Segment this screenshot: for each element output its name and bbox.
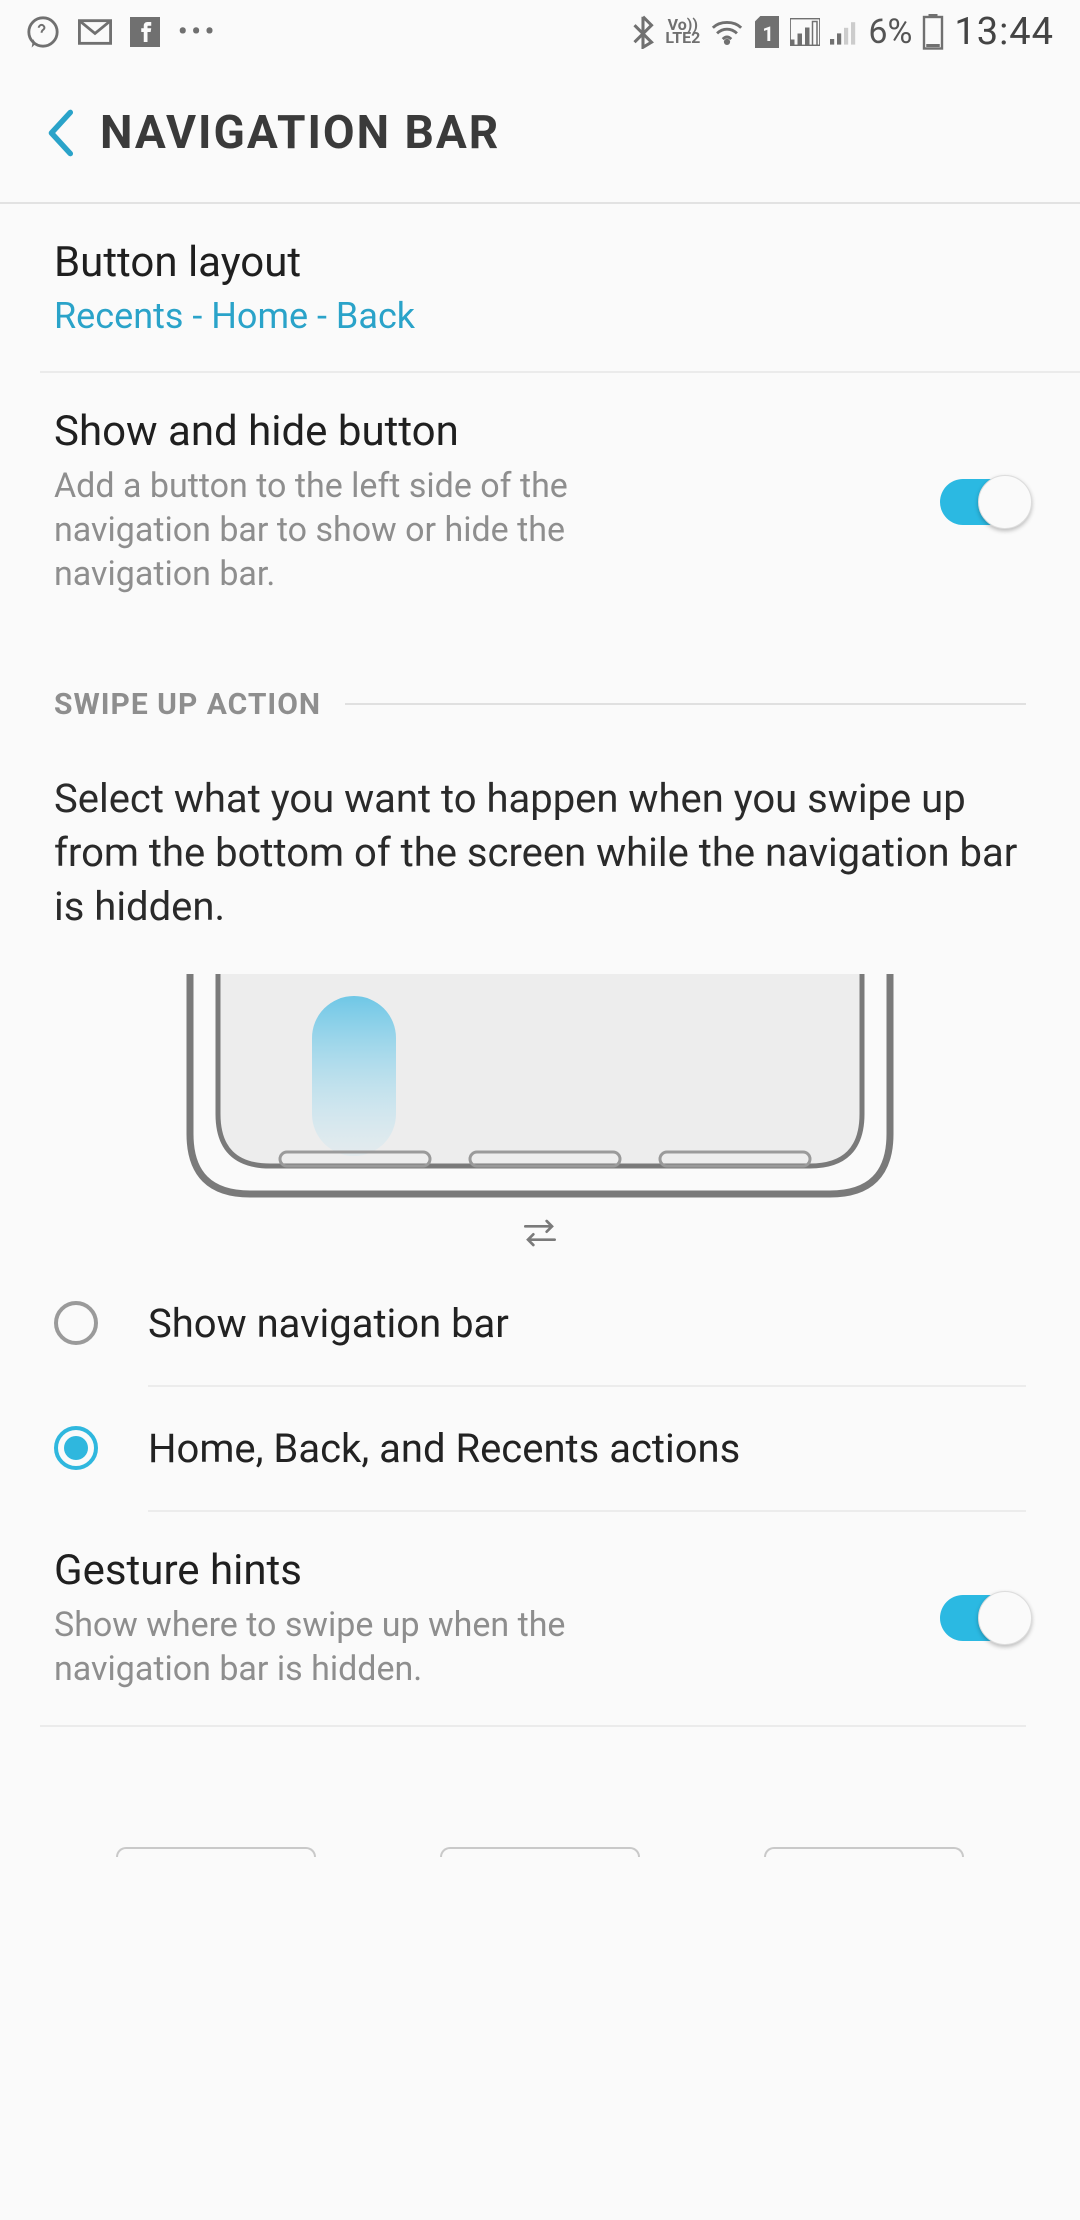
- setting-title: Gesture hints: [54, 1546, 910, 1595]
- show-hide-toggle[interactable]: [940, 479, 1026, 525]
- status-bar: ••• Vo)) LTE2 1 6% 13:44: [0, 0, 1080, 64]
- volte-icon: Vo)) LTE2: [665, 19, 700, 45]
- section-header-swipe-up: SWIPE UP ACTION: [0, 631, 1080, 742]
- swipe-up-description: Select what you want to happen when you …: [0, 742, 1080, 964]
- radio-indicator: [54, 1426, 98, 1470]
- bluetooth-icon: [631, 15, 655, 49]
- clock: 13:44: [954, 10, 1054, 54]
- radio-home-back-recents[interactable]: Home, Back, and Recents actions: [0, 1387, 1080, 1510]
- setting-show-hide-button[interactable]: Show and hide button Add a button to the…: [0, 373, 1080, 631]
- gmail-icon: [78, 18, 112, 46]
- whatsapp-icon: [26, 15, 60, 49]
- setting-title: Button layout: [54, 238, 1026, 287]
- radio-label: Home, Back, and Recents actions: [148, 1425, 740, 1472]
- app-header: NAVIGATION BAR: [0, 64, 1080, 204]
- setting-description: Add a button to the left side of the nav…: [54, 464, 614, 597]
- radio-indicator: [54, 1301, 98, 1345]
- setting-description: Show where to swipe up when the navigati…: [54, 1603, 614, 1691]
- radio-label: Show navigation bar: [148, 1300, 509, 1347]
- bottom-buttons-cropped: [0, 1727, 1080, 1857]
- swap-icon: [520, 1218, 560, 1252]
- setting-gesture-hints[interactable]: Gesture hints Show where to swipe up whe…: [0, 1512, 1080, 1725]
- facebook-icon: [130, 17, 160, 47]
- wifi-icon: [710, 18, 744, 46]
- setting-title: Show and hide button: [54, 407, 910, 456]
- more-notifications-icon: •••: [178, 17, 218, 47]
- section-label: SWIPE UP ACTION: [54, 687, 321, 722]
- chevron-left-icon: [45, 109, 75, 157]
- setting-value: Recents - Home - Back: [54, 295, 1026, 337]
- signal-1-icon: [790, 18, 820, 46]
- sim-icon: 1: [754, 16, 780, 48]
- page-title: NAVIGATION BAR: [100, 106, 500, 160]
- gesture-hints-toggle[interactable]: [940, 1595, 1026, 1641]
- back-button[interactable]: [20, 93, 100, 173]
- setting-button-layout[interactable]: Button layout Recents - Home - Back: [0, 204, 1080, 371]
- battery-icon: [922, 14, 944, 50]
- radio-show-navigation-bar[interactable]: Show navigation bar: [0, 1262, 1080, 1385]
- swipe-up-illustration: [0, 964, 1080, 1262]
- battery-percent: 6%: [868, 12, 912, 52]
- signal-2-icon: [830, 18, 858, 46]
